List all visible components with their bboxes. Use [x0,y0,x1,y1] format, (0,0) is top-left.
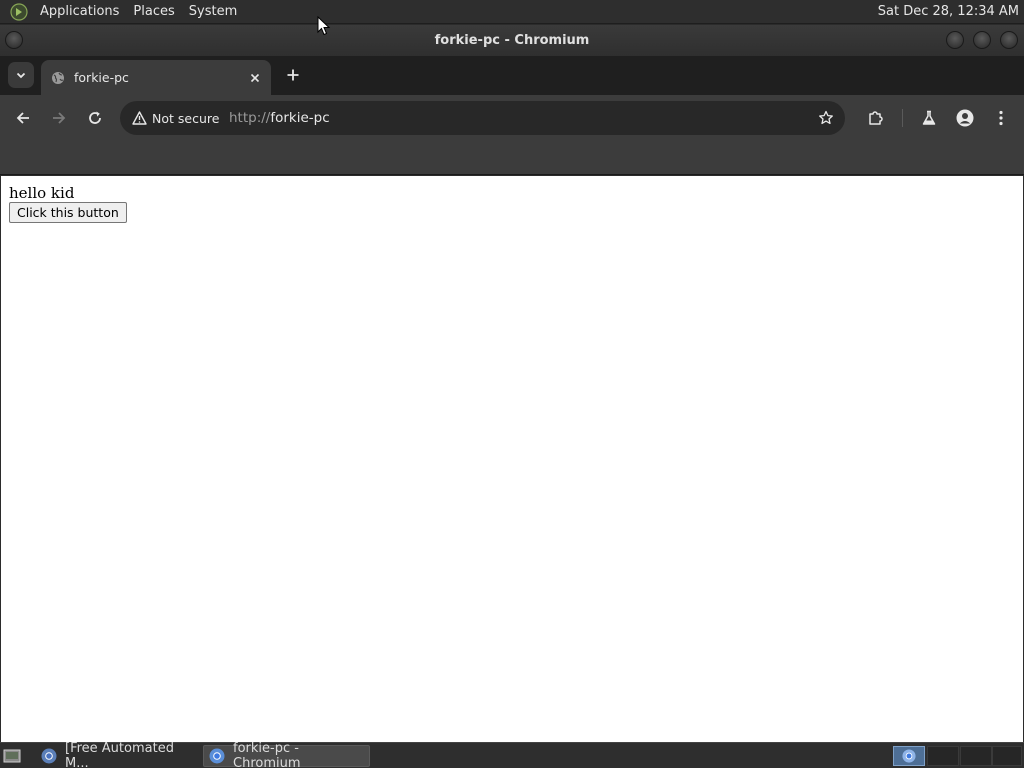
panel-clock[interactable]: Sat Dec 28, 12:34 AM [878,0,1019,24]
kebab-menu-icon [999,110,1003,126]
address-bar[interactable]: Not secure http://forkie-pc [120,101,845,135]
arrow-right-icon [53,112,66,124]
top-panel: Applications Places System Sat Dec 28, 1… [0,0,1024,24]
forward-button[interactable] [49,108,69,128]
chromium-icon [209,748,225,764]
chevron-down-icon [16,72,26,79]
tab-title: forkie-pc [74,70,129,85]
reload-icon [89,111,101,124]
taskbar-item-free-automated[interactable]: [Free Automated M... [36,741,198,768]
chromium-icon [41,748,57,764]
taskbar-item-chromium[interactable]: forkie-pc - Chromium [203,741,370,768]
toolbar-separator [902,109,903,127]
close-window-button[interactable] [1000,31,1018,49]
window-menu-button[interactable] [5,31,23,49]
workspace-1[interactable] [893,746,925,766]
arrow-left-icon [16,112,29,124]
workspace-3[interactable] [960,746,992,766]
profile-button[interactable] [955,108,975,128]
page-text: hello kid [9,184,75,202]
extensions-button[interactable] [866,108,886,128]
avatar-icon [956,109,974,127]
click-this-button[interactable]: Click this button [9,202,127,223]
security-label: Not secure [152,110,220,126]
minimize-button[interactable] [946,31,964,49]
applications-menu[interactable]: Applications [33,0,126,24]
distro-logo-icon[interactable] [10,2,28,21]
warning-icon [132,111,147,125]
chromium-icon [902,749,916,763]
tab-strip: forkie-pc [0,56,1024,95]
workspace-4[interactable] [992,746,1022,766]
tab-search-button[interactable] [8,62,34,88]
maximize-button[interactable] [973,31,991,49]
mouse-cursor-icon [317,16,331,36]
reload-button[interactable] [85,108,105,128]
url-host: forkie-pc [270,110,330,126]
browser-toolbar: Not secure http://forkie-pc [0,95,1024,141]
workspace-2[interactable] [927,746,959,766]
show-desktop-button[interactable] [2,747,22,765]
back-button[interactable] [13,108,33,128]
url-field[interactable]: http://forkie-pc [229,101,330,135]
system-menu[interactable]: System [182,0,244,24]
puzzle-icon [869,111,883,125]
flask-icon [922,110,936,125]
plus-icon [287,69,299,81]
tab-close-icon[interactable] [247,70,263,86]
taskbar-item-label: [Free Automated M... [65,741,174,768]
bottom-taskbar: [Free Automated M... forkie-pc - Chromiu… [0,741,1024,768]
globe-icon [51,71,65,85]
labs-button[interactable] [919,108,939,128]
window-title: forkie-pc - Chromium [434,33,590,48]
web-content: hello kid Click this button [1,176,1023,742]
bookmarks-bar [0,141,1024,175]
tab-forkie-pc[interactable]: forkie-pc [41,60,271,95]
taskbar-item-label: forkie-pc - Chromium [233,741,301,768]
security-chip[interactable]: Not secure [128,106,225,130]
url-scheme: http:// [229,110,271,126]
desktop-icon [3,749,21,763]
places-menu[interactable]: Places [126,0,181,24]
bookmark-star-button[interactable] [817,109,835,127]
window-titlebar[interactable]: forkie-pc - Chromium [0,25,1024,56]
new-tab-button[interactable] [284,66,302,84]
menu-button[interactable] [991,108,1011,128]
star-icon [819,110,833,125]
